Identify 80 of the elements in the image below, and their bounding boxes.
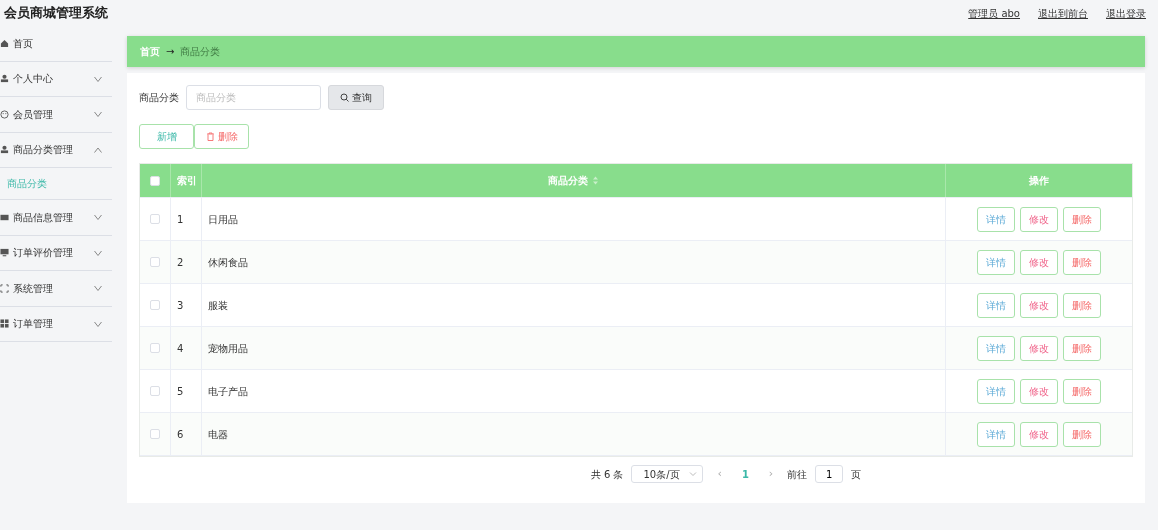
sort-icon bbox=[590, 176, 600, 185]
delete-button[interactable]: 删除 bbox=[1063, 206, 1101, 232]
table-cell-text: 2 bbox=[177, 255, 184, 270]
page-size-select[interactable]: 10条/页 bbox=[631, 465, 704, 483]
delete-button[interactable]: 删除 bbox=[1063, 249, 1101, 275]
row-checkbox[interactable] bbox=[150, 386, 160, 396]
header-link[interactable]: 退出登录 bbox=[1106, 7, 1146, 19]
monitor-icon bbox=[0, 248, 9, 258]
delete-button[interactable]: 删除 bbox=[194, 124, 249, 149]
row-checkbox[interactable] bbox=[150, 300, 160, 310]
goto-label: 前往 bbox=[787, 467, 808, 482]
table-cell-text: 电器 bbox=[208, 427, 228, 442]
table-cell-text: 休闲食品 bbox=[208, 255, 248, 270]
total-count: 共 6 条 bbox=[590, 467, 624, 482]
grid-icon bbox=[0, 319, 9, 329]
breadcrumb-separator: → bbox=[166, 45, 175, 59]
sidebar-item[interactable]: 订单管理 bbox=[0, 306, 112, 342]
column-header[interactable]: 商品分类 bbox=[547, 173, 588, 188]
edit-button[interactable]: 修改 bbox=[1020, 421, 1058, 447]
table-cell-text: 电子产品 bbox=[208, 384, 248, 399]
delete-button[interactable]: 删除 bbox=[1063, 421, 1101, 447]
edit-button[interactable]: 修改 bbox=[1020, 335, 1058, 361]
table-cell-text: 3 bbox=[177, 298, 184, 313]
sidebar-item[interactable]: 首页 bbox=[0, 26, 112, 62]
home-icon bbox=[0, 38, 9, 48]
page-suffix: 页 bbox=[851, 467, 862, 482]
page-number[interactable]: 1 bbox=[735, 466, 755, 482]
frame-icon bbox=[0, 283, 9, 293]
breadcrumb-current: 商品分类 bbox=[180, 45, 221, 59]
detail-button[interactable]: 详情 bbox=[977, 206, 1015, 232]
edit-button[interactable]: 修改 bbox=[1020, 292, 1058, 318]
sidebar-item[interactable]: 会员管理 bbox=[0, 97, 112, 133]
delete-button[interactable]: 删除 bbox=[1063, 292, 1101, 318]
table-cell-text: 1 bbox=[177, 212, 184, 227]
chevron-down-icon bbox=[689, 470, 698, 478]
table-cell-text: 日用品 bbox=[208, 212, 238, 227]
sidebar-item[interactable]: 商品信息管理 bbox=[0, 200, 112, 236]
header-link[interactable]: 管理员 abo bbox=[968, 7, 1020, 19]
detail-button[interactable]: 详情 bbox=[977, 421, 1015, 447]
detail-button[interactable]: 详情 bbox=[977, 249, 1015, 275]
sidebar-item[interactable]: 商品分类管理 bbox=[0, 132, 112, 168]
breadcrumb-link[interactable]: 首页 bbox=[140, 44, 160, 59]
trash-icon bbox=[205, 132, 215, 141]
row-checkbox[interactable] bbox=[150, 214, 160, 224]
search-button[interactable]: 查询 bbox=[328, 85, 384, 110]
user-icon bbox=[0, 145, 9, 155]
table-cell-text: 4 bbox=[177, 341, 184, 356]
detail-button[interactable]: 详情 bbox=[977, 335, 1015, 361]
user-icon bbox=[0, 74, 9, 84]
sidebar-item[interactable]: 系统管理 bbox=[0, 271, 112, 307]
card-icon bbox=[0, 212, 9, 222]
search-label: 商品分类 bbox=[139, 91, 179, 105]
search-icon bbox=[340, 93, 349, 102]
app-title: 会员商城管理系统 bbox=[4, 4, 108, 23]
prev-page-button[interactable]: ‹ bbox=[711, 465, 728, 483]
sidebar-item[interactable]: 订单评价管理 bbox=[0, 235, 112, 271]
table-cell-text: 服装 bbox=[208, 298, 228, 313]
row-checkbox[interactable] bbox=[150, 257, 160, 267]
select-all-checkbox[interactable] bbox=[150, 175, 160, 186]
delete-button[interactable]: 删除 bbox=[1063, 378, 1101, 404]
row-checkbox[interactable] bbox=[150, 429, 160, 439]
detail-button[interactable]: 详情 bbox=[977, 378, 1015, 404]
next-page-button[interactable]: › bbox=[762, 465, 780, 483]
sidebar-subitem[interactable]: 商品分类 bbox=[0, 168, 112, 200]
table-cell-text: 5 bbox=[177, 384, 184, 399]
table-cell-text: 6 bbox=[177, 427, 184, 442]
table-cell-text: 宠物用品 bbox=[208, 341, 248, 356]
sidebar-item[interactable]: 个人中心 bbox=[0, 61, 112, 97]
edit-button[interactable]: 修改 bbox=[1020, 378, 1058, 404]
column-header: 索引 bbox=[177, 174, 197, 188]
detail-button[interactable]: 详情 bbox=[977, 292, 1015, 318]
delete-button[interactable]: 删除 bbox=[1063, 335, 1101, 361]
add-button[interactable]: 新增 bbox=[139, 124, 194, 149]
header-link[interactable]: 退出到前台 bbox=[1038, 7, 1088, 19]
page-input[interactable]: 1 bbox=[815, 465, 844, 483]
column-header: 操作 bbox=[1029, 174, 1049, 188]
row-checkbox[interactable] bbox=[150, 343, 160, 353]
edit-button[interactable]: 修改 bbox=[1020, 249, 1058, 275]
smiley-icon bbox=[0, 109, 9, 119]
edit-button[interactable]: 修改 bbox=[1020, 206, 1058, 232]
